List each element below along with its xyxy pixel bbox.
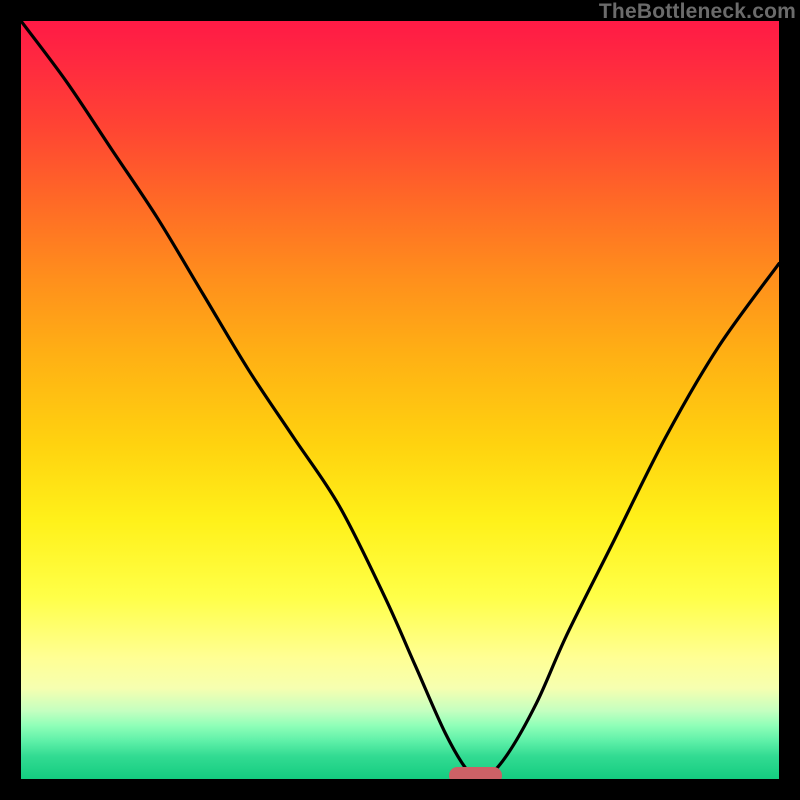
min-marker: [449, 767, 502, 779]
bottleneck-curve: [21, 21, 779, 779]
watermark-text: TheBottleneck.com: [599, 0, 796, 24]
chart-frame: TheBottleneck.com: [0, 0, 800, 800]
plot-area: [21, 21, 779, 779]
